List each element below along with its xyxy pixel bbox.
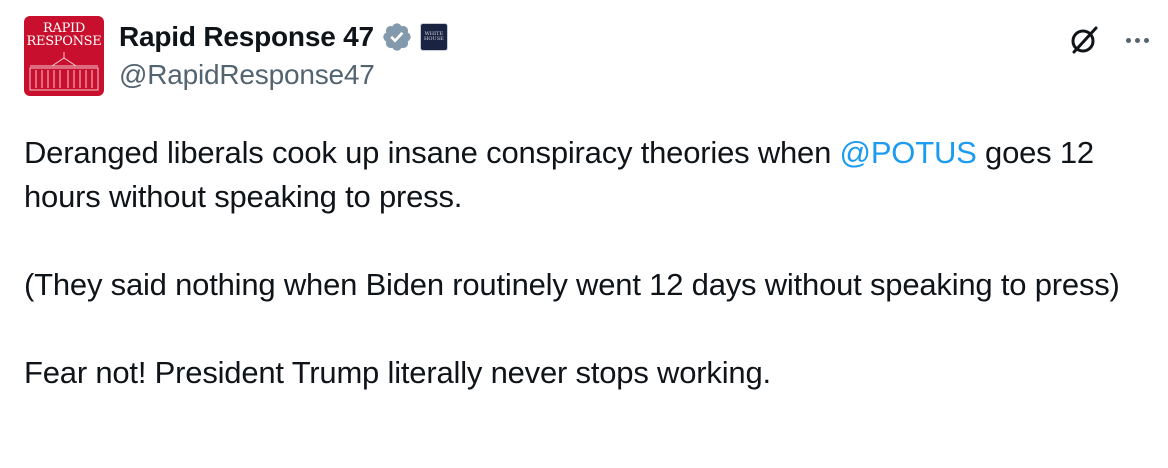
tweet-paragraph: (They said nothing when Biden routinely … bbox=[24, 267, 1120, 302]
avatar[interactable]: RAPID RESPONSE bbox=[24, 16, 104, 96]
author-name-row: Rapid Response 47 WHITE HOUSE bbox=[119, 18, 448, 56]
tweet-paragraph: Deranged liberals cook up insane conspir… bbox=[24, 135, 1094, 214]
tweet-paragraph: Fear not! President Trump literally neve… bbox=[24, 355, 771, 390]
mention-link[interactable]: @POTUS bbox=[840, 135, 977, 170]
tweet-text: Deranged liberals cook up insane conspir… bbox=[24, 131, 1154, 439]
grok-icon[interactable] bbox=[1066, 22, 1102, 58]
avatar-logo-text: RAPID RESPONSE bbox=[26, 21, 102, 49]
more-options-icon[interactable] bbox=[1117, 22, 1157, 58]
verified-badge-icon[interactable] bbox=[381, 21, 413, 53]
display-name[interactable]: Rapid Response 47 bbox=[119, 21, 374, 53]
author-handle[interactable]: @RapidResponse47 bbox=[119, 59, 375, 91]
affiliate-badge[interactable]: WHITE HOUSE bbox=[419, 23, 448, 51]
tweet-card: RAPID RESPONSE Rapid Response 47 WHITE H… bbox=[0, 0, 1168, 468]
